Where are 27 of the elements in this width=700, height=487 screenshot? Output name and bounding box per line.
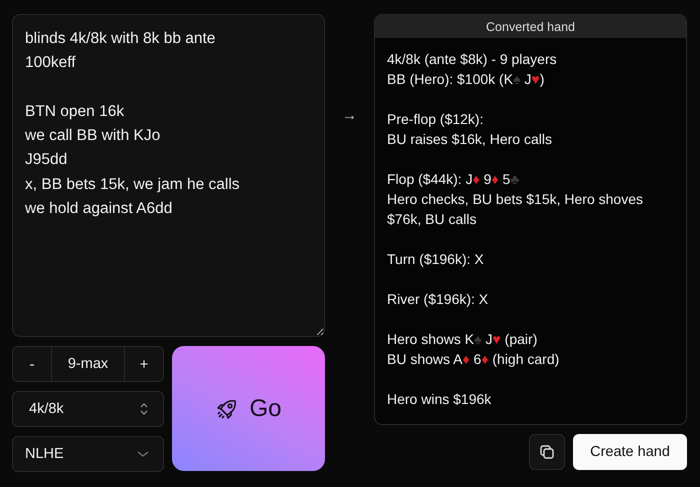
chevron-down-icon — [137, 450, 149, 458]
hand-text-line: River ($196k): X — [387, 290, 490, 309]
hand-text-line: Hero wins $196k — [387, 390, 492, 409]
hand-text-line: BB (Hero): $100k (K♠ J♥) — [387, 70, 546, 89]
create-hand-button[interactable]: Create hand — [573, 434, 687, 470]
panel-title: Converted hand — [486, 20, 575, 34]
hand-text-line: Turn ($196k): X — [387, 250, 485, 269]
hand-text-line: Pre-flop ($12k): — [387, 110, 484, 129]
hand-text-line: Hero checks, BU bets $15k, Hero shoves $76k, BU calls — [387, 190, 644, 229]
hand-text-line: 4k/8k (ante $8k) - 9 players — [387, 50, 558, 69]
go-button[interactable]: Go — [172, 346, 325, 471]
hand-input-field[interactable]: blinds 4k/8k with 8k bb ante 100keff BTN open 16k we call BB with KJo J95dd x, BB bets 15k, we jam he calls we hold against A6dd — [12, 14, 325, 337]
stakes-value: 4k/8k — [29, 401, 64, 417]
stakes-select[interactable]: 4k/8k — [12, 391, 164, 427]
table-size-value: 9-max — [66, 355, 110, 374]
game-select[interactable]: NLHE — [12, 436, 164, 472]
decrease-button[interactable]: - — [13, 347, 52, 381]
hand-text-line: Hero shows K♠ J♥ (pair) — [387, 330, 538, 349]
game-value: NLHE — [25, 446, 64, 462]
up-down-chevron-icon — [139, 402, 149, 416]
copy-button[interactable] — [529, 434, 565, 470]
hand-text-line: BU raises $16k, Hero calls — [387, 130, 553, 149]
increase-button[interactable]: + — [124, 347, 163, 381]
arrow-icon: → — [325, 107, 374, 129]
copy-icon — [539, 444, 555, 460]
hand-text-line: Flop ($44k): J♦ 9♦ 5♣ — [387, 170, 520, 189]
hand-text-line: BU shows A♦ 6♦ (high card) — [387, 350, 560, 369]
